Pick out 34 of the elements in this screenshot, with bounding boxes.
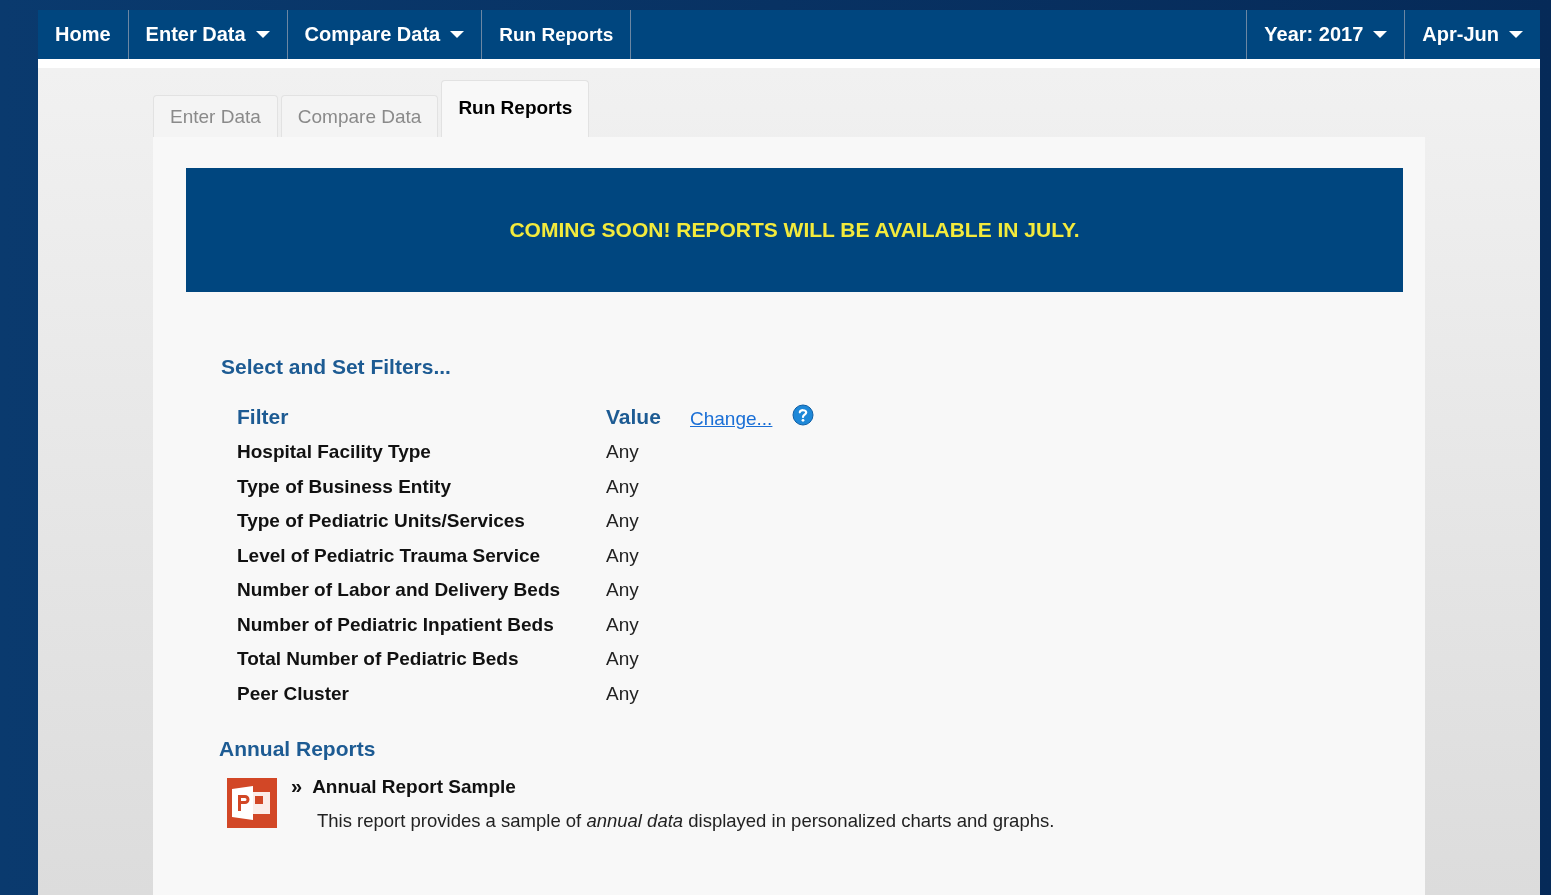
banner-text: COMING SOON! REPORTS WILL BE AVAILABLE IN JULY.	[509, 218, 1080, 242]
filter-value: Any	[606, 682, 640, 705]
nav-dropdown[interactable]: Apr-Jun	[1404, 10, 1540, 59]
nav-menu-item[interactable]: Enter Data	[128, 10, 288, 59]
filter-value: Any	[606, 648, 640, 671]
column-header: Filter	[237, 405, 290, 429]
filter-value: Any	[606, 579, 640, 602]
column-header: Value	[606, 405, 662, 429]
report-description: This report provides a sample of annual data displayed in personalized charts and graphs.	[317, 810, 1055, 832]
filter-name: Hospital Facility Type	[237, 441, 432, 464]
filter-value: Any	[606, 475, 640, 498]
nav-menu-item[interactable]: Run Reports	[482, 10, 632, 59]
report-link[interactable]: Annual Report Sample	[312, 775, 516, 798]
filter-name: Total Number of Pediatric Beds	[237, 648, 520, 671]
presentation-file-icon	[227, 778, 277, 828]
filter-name: Peer Cluster	[237, 682, 350, 705]
section-heading: Annual Reports	[219, 737, 377, 761]
bullet-marker: »	[291, 775, 303, 798]
filter-name: Number of Labor and Delivery Beds	[237, 579, 562, 602]
filter-value: Any	[606, 441, 640, 464]
tab[interactable]: Run Reports	[441, 80, 590, 137]
nav-menu-item[interactable]: Compare Data	[287, 10, 483, 59]
filter-name: Type of Business Entity	[237, 475, 452, 498]
filter-value: Any	[606, 613, 640, 636]
filter-value: Any	[606, 544, 640, 567]
filter-name: Type of Pediatric Units/Services	[237, 510, 526, 533]
section-heading: Select and Set Filters...	[221, 355, 452, 379]
filter-name: Level of Pediatric Trauma Service	[237, 544, 542, 567]
change-link[interactable]: Change...	[690, 408, 773, 430]
help-icon[interactable]	[792, 404, 815, 426]
nav-dropdown[interactable]: Year: 2017	[1246, 10, 1405, 59]
nav-menu-item[interactable]: Home	[38, 10, 129, 59]
filter-name: Number of Pediatric Inpatient Beds	[237, 613, 555, 636]
filter-value: Any	[606, 510, 640, 533]
